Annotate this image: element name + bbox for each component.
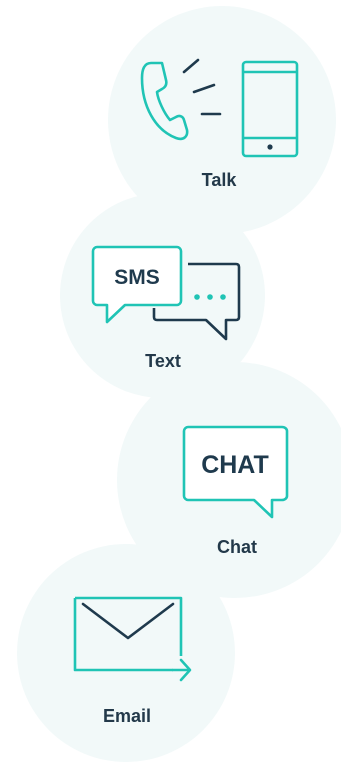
email-circle: [17, 544, 235, 762]
contact-options-graphic: Talk SMS Text CHAT Chat Email: [0, 0, 341, 763]
